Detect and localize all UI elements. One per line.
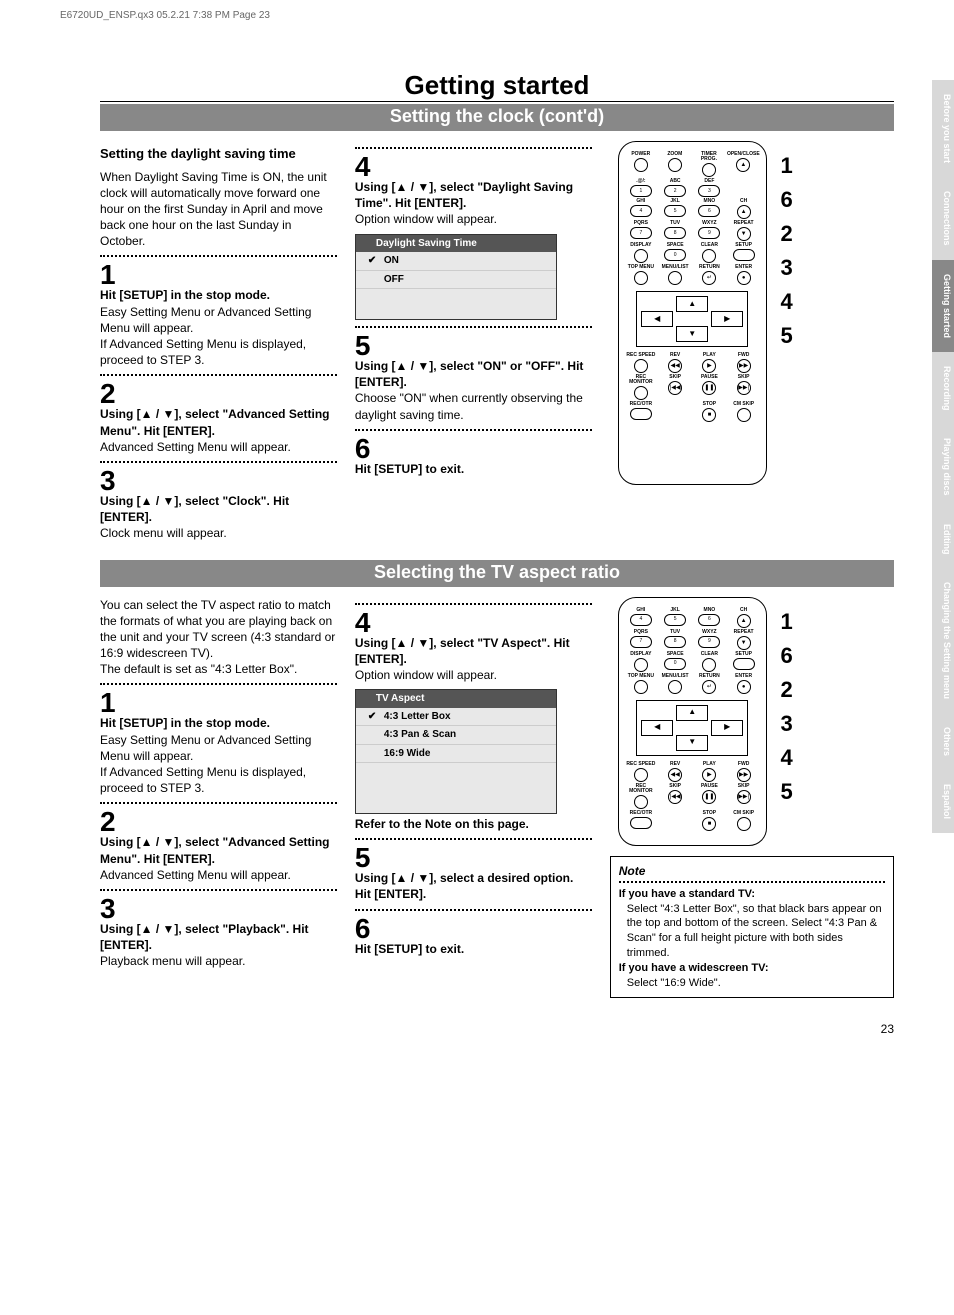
aspect-col2: 4 Using [▲ / ▼], select "TV Aspect". Hit… <box>355 597 592 998</box>
tab-editing: Editing <box>932 510 954 569</box>
separator <box>355 147 592 149</box>
separator <box>100 683 337 685</box>
note-std-tv-head: If you have a standard TV: <box>619 888 755 900</box>
step3-text: Clock menu will appear. <box>100 525 337 541</box>
aspect-menu-panscan: 4:3 Pan & Scan <box>356 726 556 745</box>
dst-menu: Daylight Saving Time ON OFF <box>355 234 557 321</box>
tab-espanol: Español <box>932 770 954 833</box>
note-wide-tv-text: Select "16:9 Wide". <box>619 976 885 991</box>
aspect-step1-text: Easy Setting Menu or Advanced Setting Me… <box>100 732 337 797</box>
aspect-col3: GHI4 JKL5 MNO6 CH▲ PQRS7 TUV8 WXYZ9 REPE… <box>610 597 894 998</box>
dst-menu-title: Daylight Saving Time <box>356 235 556 253</box>
tab-before-you-start: Before you start <box>932 80 954 177</box>
note-std-tv-text: Select "4:3 Letter Box", so that black b… <box>619 902 885 961</box>
aspect-step3-title: Using [▲ / ▼], select "Playback". Hit [E… <box>100 921 337 953</box>
aspect-col1: You can select the TV aspect ratio to ma… <box>100 597 337 998</box>
aspect-step1-num: 1 <box>100 689 337 717</box>
clock-col1: Setting the daylight saving time When Da… <box>100 141 337 544</box>
step2-num: 2 <box>100 380 337 408</box>
step4-num: 4 <box>355 153 592 181</box>
step2-text: Advanced Setting Menu will appear. <box>100 439 337 455</box>
aspect-menu: TV Aspect 4:3 Letter Box 4:3 Pan & Scan … <box>355 689 557 814</box>
subsection-bar-clock: Setting the clock (cont'd) <box>100 104 894 131</box>
step5-num: 5 <box>355 332 592 360</box>
separator <box>100 889 337 891</box>
aspect-step2-title: Using [▲ / ▼], select "Advanced Setting … <box>100 834 337 866</box>
aspect-step3-num: 3 <box>100 895 337 923</box>
aspect-step5-title: Using [▲ / ▼], select a desired option. … <box>355 870 592 902</box>
clock-col3: POWER ZOOM TIMER PROG. OPEN/CLOSE▲ .@/:1… <box>610 141 894 544</box>
separator <box>355 838 592 840</box>
subsection-bar-aspect: Selecting the TV aspect ratio <box>100 560 894 587</box>
separator <box>100 461 337 463</box>
tab-connections: Connections <box>932 177 954 260</box>
dst-menu-on: ON <box>356 252 556 271</box>
aspect-step2-text: Advanced Setting Menu will appear. <box>100 867 337 883</box>
aspect-intro: You can select the TV aspect ratio to ma… <box>100 597 337 678</box>
separator <box>355 603 592 605</box>
remote-callouts-1: 1 6 2 3 4 5 <box>781 149 793 354</box>
aspect-step1-title: Hit [SETUP] in the stop mode. <box>100 715 337 731</box>
step4-text: Option window will appear. <box>355 211 592 227</box>
separator <box>100 802 337 804</box>
aspect-step6-num: 6 <box>355 915 592 943</box>
dpad: ▲ ▼ ◀ ▶ <box>636 291 748 347</box>
aspect-step4-text: Option window will appear. <box>355 667 592 683</box>
tab-getting-started: Getting started <box>932 260 954 352</box>
remote-diagram-partial: GHI4 JKL5 MNO6 CH▲ PQRS7 TUV8 WXYZ9 REPE… <box>618 597 767 846</box>
remote-callouts-2: 1 6 2 3 4 5 <box>781 605 793 810</box>
dst-heading: Setting the daylight saving time <box>100 145 337 163</box>
note-heading: Note <box>619 863 885 879</box>
step4-title: Using [▲ / ▼], select "Daylight Saving T… <box>355 179 592 211</box>
remote-diagram-full: POWER ZOOM TIMER PROG. OPEN/CLOSE▲ .@/:1… <box>618 141 767 485</box>
step1-num: 1 <box>100 261 337 289</box>
note-wide-tv-head: If you have a widescreen TV: <box>619 962 769 974</box>
aspect-step5-num: 5 <box>355 844 592 872</box>
tab-others: Others <box>932 713 954 770</box>
dst-menu-off: OFF <box>356 271 556 290</box>
aspect-refer-note: Refer to the Note on this page. <box>355 816 592 832</box>
step5-text: Choose "ON" when currently observing the… <box>355 390 592 422</box>
tab-playing-discs: Playing discs <box>932 424 954 510</box>
aspect-menu-wide: 16:9 Wide <box>356 745 556 764</box>
note-box: Note If you have a standard TV: Select "… <box>610 856 894 998</box>
tab-changing-setting-menu: Changing the Setting menu <box>932 568 954 713</box>
separator <box>619 881 885 883</box>
separator <box>355 429 592 431</box>
page-title: Getting started <box>100 70 894 102</box>
side-tabs: Before you start Connections Getting sta… <box>932 80 954 833</box>
aspect-step3-text: Playback menu will appear. <box>100 953 337 969</box>
separator <box>355 909 592 911</box>
tab-recording: Recording <box>932 352 954 425</box>
aspect-menu-letterbox: 4:3 Letter Box <box>356 708 556 727</box>
separator <box>100 255 337 257</box>
header-meta: E6720UD_ENSP.qx3 05.2.21 7:38 PM Page 23 <box>60 10 270 21</box>
clock-col2: 4 Using [▲ / ▼], select "Daylight Saving… <box>355 141 592 544</box>
step2-title: Using [▲ / ▼], select "Advanced Setting … <box>100 406 337 438</box>
aspect-step4-title: Using [▲ / ▼], select "TV Aspect". Hit [… <box>355 635 592 667</box>
step6-num: 6 <box>355 435 592 463</box>
aspect-step6-title: Hit [SETUP] to exit. <box>355 941 592 957</box>
dpad: ▲ ▼ ◀ ▶ <box>636 700 748 756</box>
step1-title: Hit [SETUP] in the stop mode. <box>100 287 337 303</box>
aspect-step2-num: 2 <box>100 808 337 836</box>
step3-title: Using [▲ / ▼], select "Clock". Hit [ENTE… <box>100 493 337 525</box>
separator <box>355 326 592 328</box>
step3-num: 3 <box>100 467 337 495</box>
aspect-step4-num: 4 <box>355 609 592 637</box>
page-number: 23 <box>100 1022 894 1036</box>
step5-title: Using [▲ / ▼], select "ON" or "OFF". Hit… <box>355 358 592 390</box>
step1-text: Easy Setting Menu or Advanced Setting Me… <box>100 304 337 369</box>
step6-title: Hit [SETUP] to exit. <box>355 461 592 477</box>
dst-intro: When Daylight Saving Time is ON, the uni… <box>100 169 337 250</box>
separator <box>100 374 337 376</box>
aspect-menu-title: TV Aspect <box>356 690 556 708</box>
